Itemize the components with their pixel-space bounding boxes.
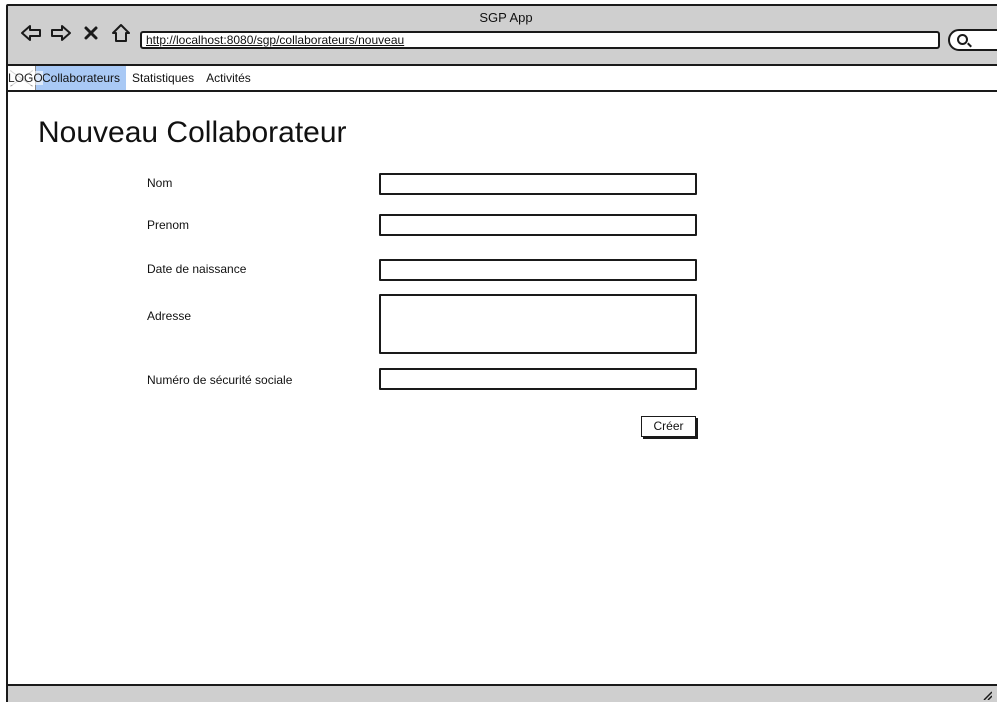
browser-search-button[interactable] bbox=[948, 29, 997, 51]
label-prenom: Prenom bbox=[147, 218, 190, 232]
logo-placeholder: LOGO bbox=[8, 66, 43, 90]
adresse-textarea[interactable] bbox=[379, 294, 697, 354]
window-title: SGP App bbox=[479, 10, 533, 25]
resize-grip-icon[interactable] bbox=[982, 690, 992, 700]
menu-item-statistiques[interactable]: Statistiques bbox=[126, 66, 200, 90]
back-arrow-icon[interactable] bbox=[20, 22, 42, 44]
menu-bar: LOGO Collaborateurs Statistiques Activit… bbox=[8, 66, 997, 92]
nom-input[interactable] bbox=[379, 173, 697, 195]
status-bar bbox=[8, 684, 997, 702]
label-date-naissance: Date de naissance bbox=[147, 262, 247, 276]
browser-chrome: SGP App http://localhost:8080/sgp/collab… bbox=[8, 6, 997, 66]
browser-window: SGP App http://localhost:8080/sgp/collab… bbox=[6, 4, 997, 702]
date-naissance-input[interactable] bbox=[379, 259, 697, 281]
forward-arrow-icon[interactable] bbox=[50, 22, 72, 44]
url-bar[interactable]: http://localhost:8080/sgp/collaborateurs… bbox=[140, 31, 940, 49]
nav-controls bbox=[20, 22, 132, 44]
label-nom: Nom bbox=[147, 176, 173, 190]
page-title: Nouveau Collaborateur bbox=[38, 116, 347, 149]
search-icon bbox=[957, 34, 968, 45]
menu-item-collaborateurs[interactable]: Collaborateurs bbox=[36, 66, 127, 90]
label-adresse: Adresse bbox=[147, 309, 192, 323]
menu-item-activites[interactable]: Activités bbox=[200, 66, 257, 90]
stop-icon[interactable] bbox=[80, 22, 102, 44]
home-icon[interactable] bbox=[110, 22, 132, 44]
label-numero-securite-sociale: Numéro de sécurité sociale bbox=[147, 373, 293, 387]
prenom-input[interactable] bbox=[379, 214, 697, 236]
create-button[interactable]: Créer bbox=[641, 416, 696, 437]
numero-securite-sociale-input[interactable] bbox=[379, 368, 697, 390]
